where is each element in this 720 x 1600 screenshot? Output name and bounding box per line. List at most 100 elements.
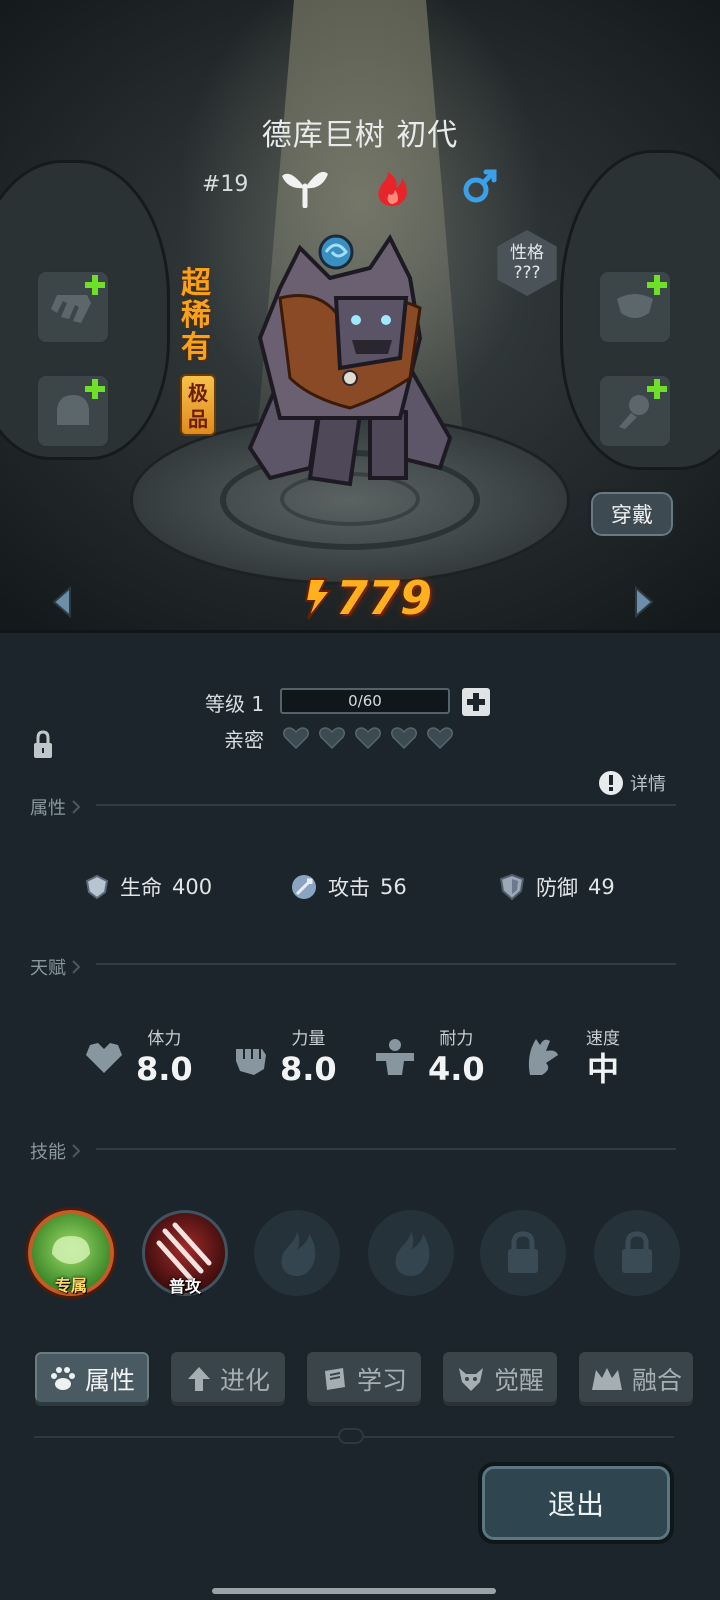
tab-attributes[interactable]: 属性 bbox=[33, 1350, 151, 1408]
sprout-icon[interactable] bbox=[280, 166, 330, 208]
skill-slot-locked[interactable] bbox=[480, 1210, 566, 1296]
home-indicator[interactable] bbox=[212, 1588, 496, 1594]
power-value: 779 bbox=[336, 571, 433, 625]
section-skills-title: 技能 bbox=[30, 1142, 66, 1163]
tab-learn-label: 学习 bbox=[356, 1366, 407, 1395]
personality-value: ??? bbox=[513, 263, 541, 283]
monster-scene: 德库巨树 初代 #19 超稀有 极品 性格 ??? 穿戴 779 bbox=[0, 0, 720, 640]
power-icon bbox=[304, 578, 333, 620]
talent-strength-label: 力量 bbox=[291, 1029, 326, 1049]
skill-tag-normal: 普攻 bbox=[168, 1277, 202, 1296]
lock-icon bbox=[508, 1231, 538, 1273]
shield-icon bbox=[499, 873, 525, 901]
equip-slot-armor[interactable] bbox=[598, 270, 672, 344]
section-divider bbox=[96, 963, 676, 965]
details-button[interactable]: 详情 bbox=[598, 770, 666, 796]
next-arrow-icon[interactable] bbox=[632, 586, 656, 618]
stat-attack: 攻击 56 bbox=[290, 872, 407, 902]
personality-badge[interactable]: 性格 ??? bbox=[497, 230, 557, 296]
stat-defense-label: 防御 bbox=[536, 876, 578, 900]
section-attributes: 属性 bbox=[30, 794, 82, 820]
skill-slot-empty[interactable] bbox=[254, 1210, 340, 1296]
male-icon[interactable] bbox=[456, 166, 506, 208]
monster-index: #19 bbox=[202, 172, 249, 197]
wear-button[interactable]: 穿戴 bbox=[588, 489, 676, 539]
tab-awaken[interactable]: 觉醒 bbox=[441, 1350, 559, 1408]
tab-fusion[interactable]: 融合 bbox=[577, 1350, 695, 1408]
section-skills: 技能 bbox=[30, 1138, 82, 1164]
sword-icon bbox=[292, 875, 316, 899]
skill-slot-exclusive[interactable]: 专属 bbox=[28, 1210, 114, 1296]
heart-shield-icon bbox=[85, 874, 109, 900]
talent-strength-value: 8.0 bbox=[280, 1050, 337, 1088]
tab-awaken-label: 觉醒 bbox=[493, 1366, 544, 1395]
section-divider bbox=[96, 1148, 676, 1150]
fusion-icon bbox=[591, 1368, 622, 1390]
tab-evolve[interactable]: 进化 bbox=[169, 1350, 287, 1408]
info-icon bbox=[599, 771, 623, 795]
tab-learn[interactable]: 学习 bbox=[305, 1350, 423, 1408]
chevron-right-icon bbox=[72, 800, 81, 814]
power-display: 779 bbox=[296, 568, 432, 628]
skill-slot-locked[interactable] bbox=[594, 1210, 680, 1296]
flame-slot-icon bbox=[281, 1232, 316, 1276]
fire-icon[interactable] bbox=[368, 166, 418, 208]
section-attributes-title: 属性 bbox=[30, 798, 66, 819]
intimacy-hearts bbox=[282, 726, 454, 750]
stat-attack-label: 攻击 bbox=[328, 876, 370, 900]
talent-stamina-label: 体力 bbox=[147, 1029, 182, 1049]
skill-slot-normal-attack[interactable]: 普攻 bbox=[142, 1210, 228, 1296]
talent-endurance: 耐力 4.0 bbox=[372, 1024, 485, 1089]
section-divider bbox=[96, 804, 676, 806]
add-plus-icon bbox=[85, 275, 105, 295]
section-talent-title: 天赋 bbox=[30, 958, 66, 979]
equip-slot-helmet[interactable] bbox=[36, 374, 110, 448]
lock-icon[interactable] bbox=[32, 730, 54, 760]
previous-arrow-icon[interactable] bbox=[50, 586, 74, 618]
skill-tag-exclusive: 专属 bbox=[54, 1276, 88, 1295]
level-label: 等级 1 bbox=[205, 692, 265, 716]
monster-illustration[interactable] bbox=[240, 228, 460, 508]
divider-ornament bbox=[338, 1428, 364, 1444]
chevron-right-icon bbox=[72, 1144, 81, 1158]
stat-defense-value: 49 bbox=[588, 875, 615, 899]
heart-icon bbox=[86, 1042, 122, 1073]
add-plus-icon bbox=[85, 379, 105, 399]
exit-button[interactable]: 退出 bbox=[478, 1462, 674, 1544]
wing-icon bbox=[528, 1038, 558, 1075]
section-talent: 天赋 bbox=[30, 954, 82, 980]
tab-evolve-label: 进化 bbox=[219, 1366, 270, 1395]
lock-icon bbox=[622, 1231, 652, 1273]
stat-attack-value: 56 bbox=[380, 875, 407, 899]
chevron-right-icon bbox=[72, 960, 81, 974]
details-label: 详情 bbox=[630, 774, 666, 795]
muscle-icon bbox=[376, 1038, 414, 1075]
heart-icon bbox=[426, 727, 454, 750]
tab-attributes-label: 属性 bbox=[84, 1366, 135, 1395]
talent-strength: 力量 8.0 bbox=[230, 1024, 337, 1089]
equip-slot-claw[interactable] bbox=[36, 270, 110, 344]
level-up-plus-icon[interactable] bbox=[462, 688, 490, 716]
demon-icon bbox=[458, 1368, 483, 1391]
stat-hp-label: 生命 bbox=[120, 876, 162, 900]
flame-slot-icon bbox=[395, 1232, 430, 1276]
talent-speed-label: 速度 bbox=[586, 1029, 620, 1049]
add-plus-icon bbox=[647, 275, 667, 295]
fist-icon bbox=[236, 1048, 266, 1075]
rarity-label: 超稀有 bbox=[181, 266, 211, 365]
talent-endurance-value: 4.0 bbox=[428, 1050, 485, 1088]
skill-slot-empty[interactable] bbox=[368, 1210, 454, 1296]
talent-endurance-label: 耐力 bbox=[439, 1029, 474, 1049]
equip-slot-accessory[interactable] bbox=[598, 374, 672, 448]
quality-badge: 极品 bbox=[180, 374, 216, 436]
arrow-up-icon bbox=[187, 1367, 210, 1391]
talent-speed-value: 中 bbox=[586, 1050, 619, 1088]
stat-hp: 生命 400 bbox=[84, 872, 212, 902]
level-progress-text: 0/60 bbox=[348, 692, 382, 710]
level-progress-bar: 0/60 bbox=[280, 688, 450, 714]
intimacy-label: 亲密 bbox=[224, 728, 264, 752]
heart-icon bbox=[354, 727, 382, 750]
tab-fusion-label: 融合 bbox=[631, 1366, 682, 1395]
talent-stamina-value: 8.0 bbox=[136, 1050, 193, 1088]
heart-icon bbox=[282, 727, 310, 750]
